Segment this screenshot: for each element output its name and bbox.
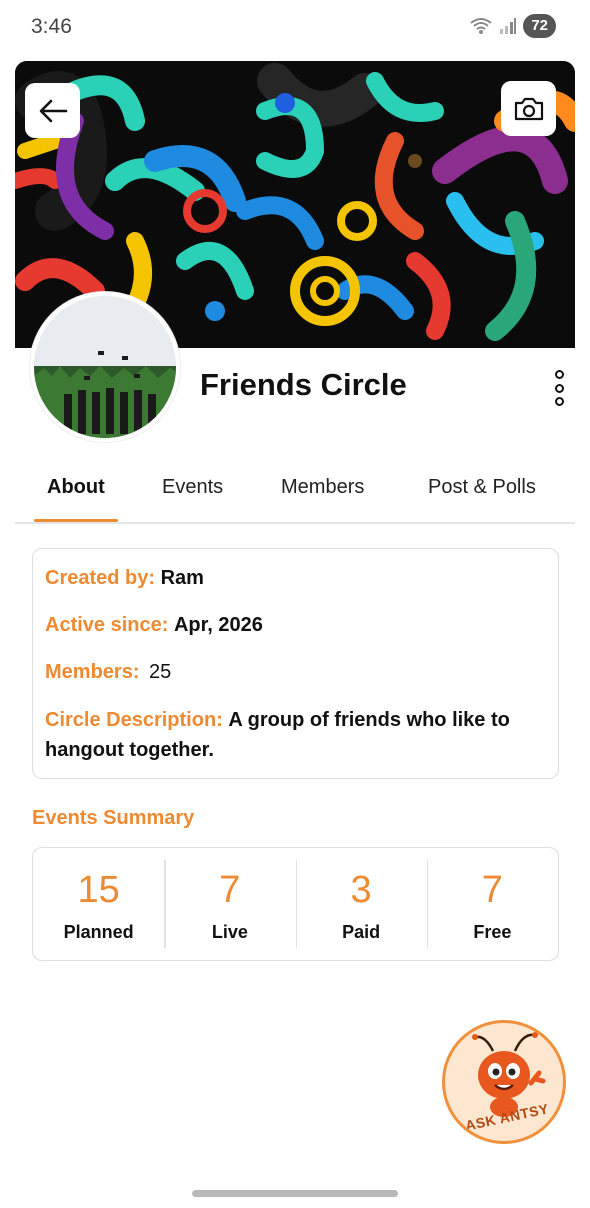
description-row: Circle Description: A group of friends w… bbox=[45, 705, 540, 765]
created-by-label: Created by: bbox=[45, 567, 156, 589]
change-cover-button[interactable] bbox=[501, 81, 556, 136]
wifi-icon bbox=[470, 18, 492, 34]
about-card: Created by: Ram Active since: Apr, 2026 … bbox=[32, 548, 559, 779]
back-button[interactable] bbox=[25, 83, 80, 138]
description-label: Circle Description: bbox=[45, 709, 223, 731]
active-since-value: Apr, 2026 bbox=[173, 614, 263, 636]
paid-count: 3 bbox=[350, 869, 372, 911]
battery-indicator: 72 bbox=[523, 14, 556, 38]
active-since-row: Active since: Apr, 2026 bbox=[45, 610, 263, 640]
arrow-left-icon bbox=[39, 99, 67, 122]
events-summary-title: Events Summary bbox=[32, 807, 195, 829]
tab-about[interactable]: About bbox=[47, 476, 105, 499]
planned-label: Planned bbox=[63, 922, 134, 942]
created-by-value: Ram bbox=[160, 567, 204, 589]
circle-title: Friends Circle bbox=[200, 367, 407, 402]
tab-post-polls[interactable]: Post & Polls bbox=[428, 476, 536, 499]
events-summary-card: 15 Planned 7 Live 3 Paid 7 Free bbox=[32, 847, 559, 961]
paid-label: Paid bbox=[342, 922, 381, 942]
free-count: 7 bbox=[481, 869, 503, 911]
status-icons: 72 bbox=[469, 14, 556, 38]
summary-planned[interactable]: 15 Planned bbox=[33, 848, 164, 960]
tab-events[interactable]: Events bbox=[162, 476, 223, 499]
summary-free[interactable]: 7 Free bbox=[426, 848, 558, 960]
tab-bar: About Events Members Post & Polls bbox=[15, 460, 575, 524]
summary-live[interactable]: 7 Live bbox=[164, 848, 295, 960]
active-since-label: Active since: bbox=[45, 614, 169, 636]
created-by-row: Created by: Ram bbox=[45, 563, 204, 593]
ask-antsy-button[interactable]: ASK ANTSY bbox=[442, 1020, 566, 1144]
live-count: 7 bbox=[219, 869, 241, 911]
live-label: Live bbox=[211, 922, 248, 942]
camera-icon bbox=[514, 97, 543, 120]
status-bar: 3:46 72 bbox=[0, 0, 590, 56]
members-row: Members: 25 bbox=[45, 657, 171, 687]
signal-icon bbox=[500, 18, 517, 34]
more-options-button[interactable] bbox=[548, 370, 570, 406]
tab-members[interactable]: Members bbox=[281, 476, 364, 499]
members-value: 25 bbox=[149, 661, 172, 683]
planned-count: 15 bbox=[77, 869, 120, 911]
summary-paid[interactable]: 3 Paid bbox=[295, 848, 427, 960]
free-label: Free bbox=[473, 922, 512, 942]
circle-avatar[interactable] bbox=[30, 292, 180, 442]
more-vertical-icon bbox=[554, 370, 564, 379]
members-label: Members: bbox=[45, 661, 140, 683]
active-tab-indicator bbox=[34, 519, 118, 522]
home-indicator[interactable] bbox=[192, 1190, 398, 1197]
status-time: 3:46 bbox=[31, 15, 72, 38]
